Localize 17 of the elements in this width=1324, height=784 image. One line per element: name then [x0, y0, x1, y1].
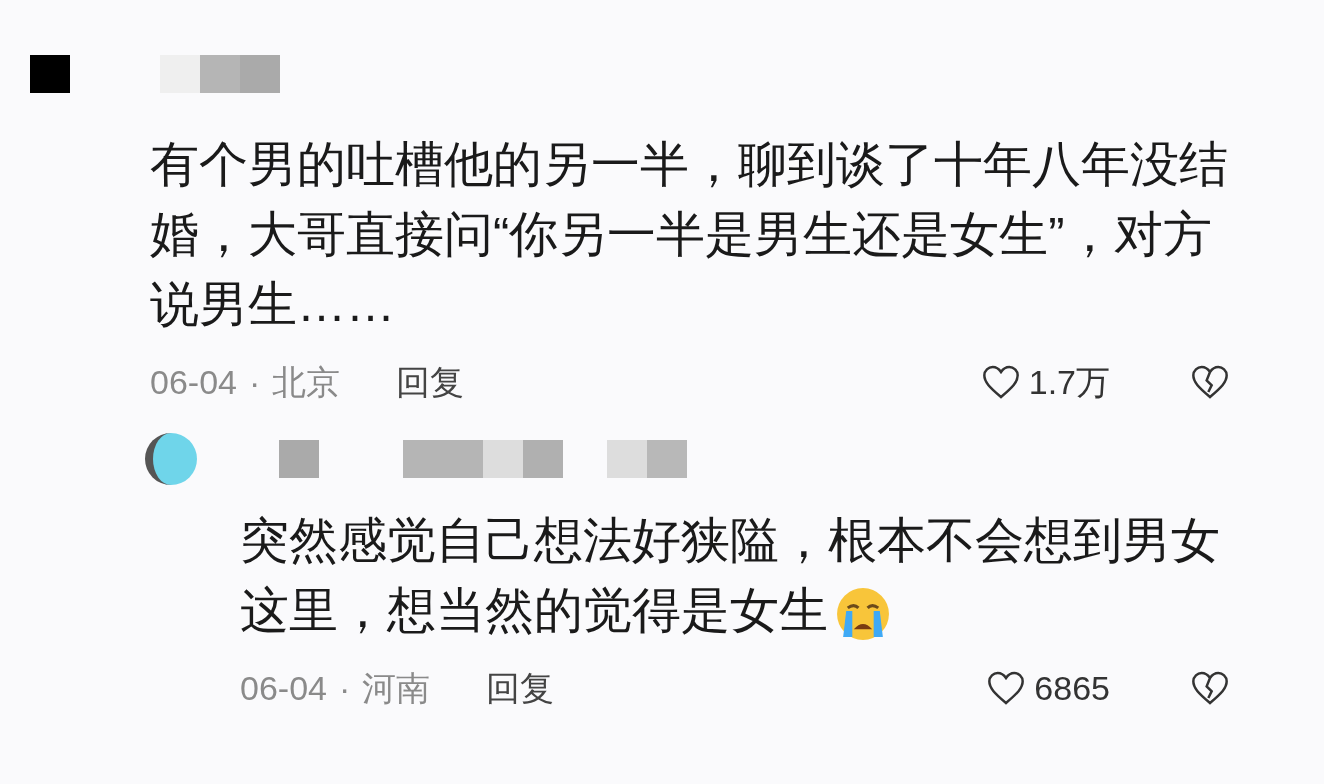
broken-heart-icon[interactable] [1190, 669, 1230, 707]
comment-text: 有个男的吐槽他的另一半，聊到谈了十年八年没结 婚，大哥直接问“你另一半是男生还是女生”，对方 说男生…… [150, 136, 1229, 333]
heart-icon[interactable] [986, 669, 1027, 707]
like-count: 1.7万 [1028, 365, 1110, 399]
broken-heart-icon[interactable] [1190, 363, 1230, 401]
reply-link[interactable]: 回复 [396, 365, 465, 399]
separator-dot: · [338, 671, 351, 705]
reply-link[interactable]: 回复 [486, 671, 555, 705]
heart-icon[interactable] [980, 363, 1021, 401]
comment-location: 北京 [272, 365, 341, 399]
comment-text: 突然感觉自己想法好狭隘，根本不会想到男女 这里，想当然的觉得是女生 [240, 505, 1230, 645]
separator-dot: · [248, 365, 261, 399]
avatar[interactable] [145, 433, 197, 485]
like-count: 6865 [1034, 671, 1110, 705]
comment-location: 河南 [362, 671, 431, 705]
comment-date: 06-04 [240, 671, 327, 705]
comment-date: 06-04 [150, 365, 237, 399]
